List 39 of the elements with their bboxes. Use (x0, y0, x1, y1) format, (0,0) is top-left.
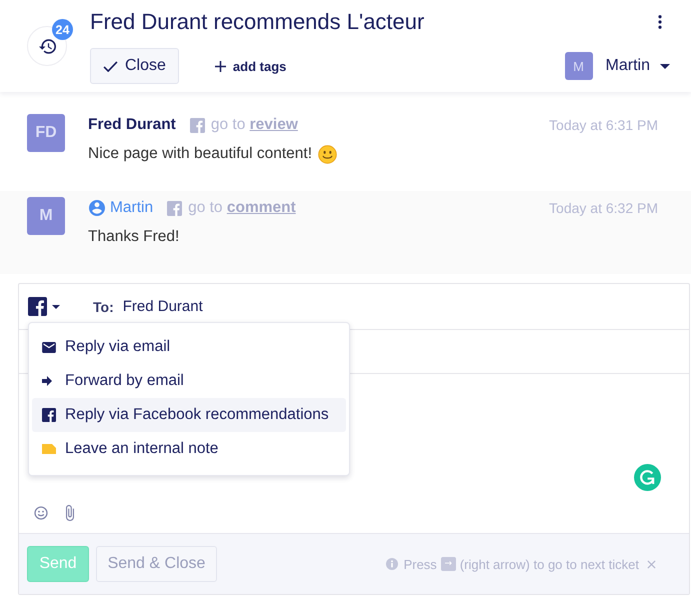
facebook-icon (190, 118, 205, 132)
assignee-dropdown[interactable]: Martin (606, 57, 670, 75)
facebook-icon (28, 297, 47, 316)
check-icon (103, 60, 118, 72)
info-icon (386, 558, 398, 570)
envelope-icon (42, 342, 56, 352)
to-label: To: (93, 298, 114, 314)
emoji-icon[interactable] (34, 506, 48, 520)
caret-icon (660, 64, 670, 68)
close-button[interactable]: Close (90, 48, 179, 84)
hint-text: Press (404, 556, 437, 572)
hint-text: (right arrow) to go to next ticket (460, 556, 639, 572)
ticket-title: Fred Durant recommends L'acteur (90, 8, 424, 36)
channel-selector[interactable] (28, 297, 60, 316)
message-time: Today at 6:32 PM (549, 200, 658, 216)
count-badge: 24 (52, 19, 73, 40)
author-avatar: M (27, 197, 65, 235)
note-icon (42, 444, 56, 454)
more-options-icon[interactable] (658, 15, 662, 29)
caret-icon (52, 304, 60, 308)
message-text: Thanks Fred! (88, 227, 180, 247)
message-time: Today at 6:31 PM (549, 117, 658, 133)
arrow-key: → (440, 557, 456, 571)
arrow-right-icon (42, 376, 52, 386)
add-tags-button[interactable]: add tags (214, 58, 286, 74)
message-text: Nice page with beautiful content! (88, 144, 312, 164)
assignee-avatar: M (564, 52, 593, 80)
history-icon (38, 38, 56, 54)
source-text: go to review (210, 116, 298, 134)
facebook-icon (42, 408, 56, 422)
facebook-icon (167, 200, 182, 216)
author-name: Fred Durant (88, 116, 176, 134)
paperclip-icon[interactable] (66, 504, 74, 520)
author-name: Martin (110, 199, 154, 217)
plus-icon (214, 60, 226, 72)
menu-item[interactable]: Reply via Facebook recommendations (32, 398, 346, 432)
author-avatar: FD (27, 114, 65, 152)
recipient-field[interactable]: Fred Durant (122, 298, 203, 315)
source-text: go to comment (188, 199, 296, 217)
